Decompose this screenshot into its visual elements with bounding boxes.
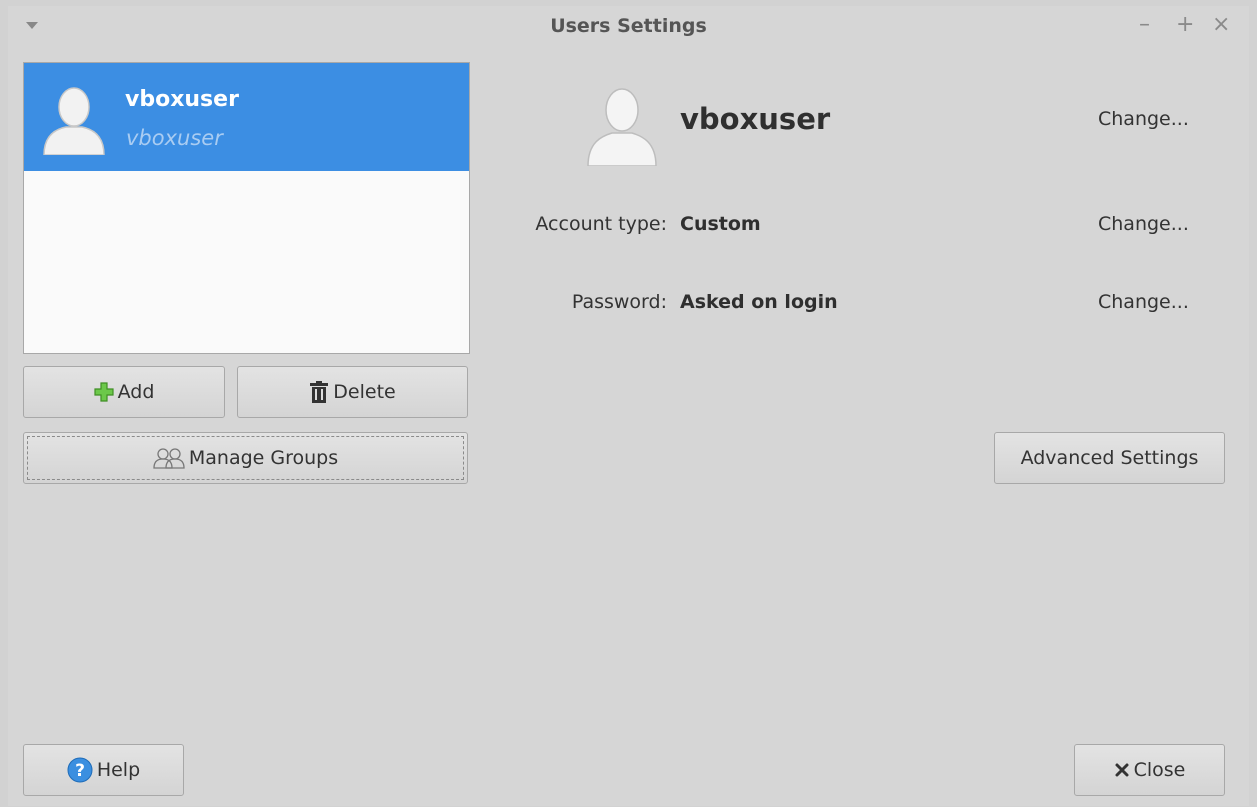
user-login-name: vboxuser <box>126 126 223 150</box>
manage-groups-button[interactable]: Manage Groups <box>23 432 468 484</box>
help-button[interactable]: ? Help <box>23 744 184 796</box>
selected-user-name: vboxuser <box>680 102 831 136</box>
account-type-label: Account type: <box>535 213 667 235</box>
window-title: Users Settings <box>550 15 707 37</box>
close-window-icon[interactable]: × <box>1212 12 1230 37</box>
help-icon: ? <box>67 757 93 783</box>
plus-icon <box>93 382 114 402</box>
user-list-item[interactable]: vboxuser vboxuser <box>24 63 469 171</box>
advanced-settings-button[interactable]: Advanced Settings <box>994 432 1225 484</box>
password-label: Password: <box>571 291 667 313</box>
close-x-icon <box>1114 762 1130 778</box>
trash-icon <box>309 381 329 403</box>
user-list: vboxuser vboxuser <box>23 62 470 354</box>
delete-button-label: Delete <box>333 381 396 403</box>
user-avatar-icon <box>40 83 108 159</box>
advanced-settings-label: Advanced Settings <box>1020 447 1199 469</box>
close-button[interactable]: Close <box>1074 744 1225 796</box>
change-account-type-button[interactable]: Change... <box>1098 213 1189 235</box>
add-user-button[interactable]: Add <box>23 366 225 418</box>
account-type-value: Custom <box>680 213 761 235</box>
group-icon <box>153 447 185 469</box>
add-button-label: Add <box>117 381 155 403</box>
change-password-button[interactable]: Change... <box>1098 291 1189 313</box>
users-settings-window: Users Settings – + × vboxuser vboxuser A… <box>8 6 1249 806</box>
help-button-label: Help <box>96 759 141 781</box>
minimize-icon[interactable]: – <box>1139 12 1150 37</box>
password-value: Asked on login <box>680 291 838 313</box>
manage-groups-label: Manage Groups <box>188 447 339 469</box>
close-button-label: Close <box>1133 759 1186 781</box>
change-name-button[interactable]: Change... <box>1098 108 1189 130</box>
maximize-icon[interactable]: + <box>1176 12 1194 37</box>
delete-user-button[interactable]: Delete <box>237 366 468 418</box>
selected-user-avatar-icon <box>584 82 660 170</box>
title-bar[interactable]: Users Settings – + × <box>8 6 1249 46</box>
user-display-name: vboxuser <box>125 87 239 112</box>
svg-text:?: ? <box>75 761 85 781</box>
